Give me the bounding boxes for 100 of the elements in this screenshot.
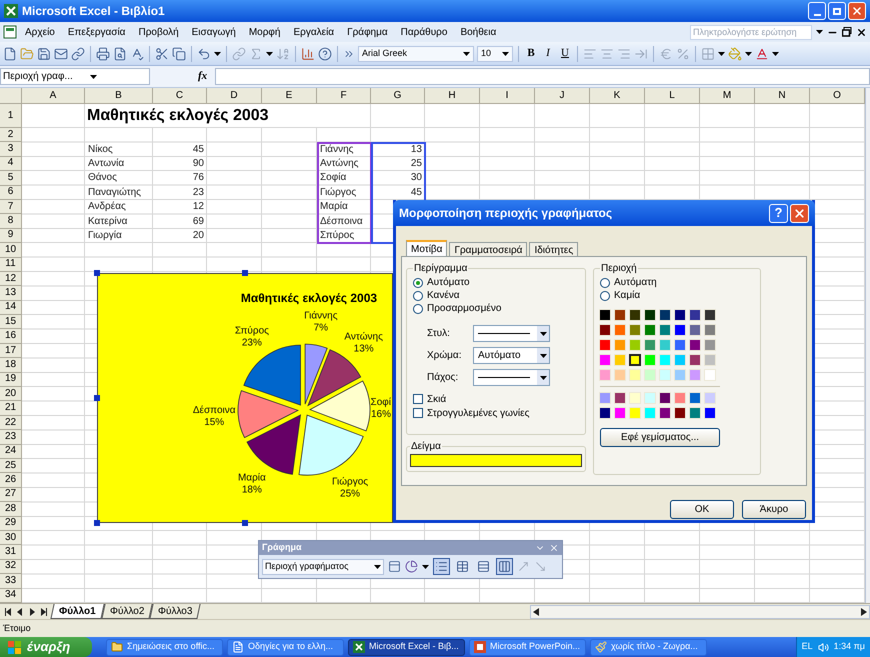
- dialog-button[interactable]: Άκυρο: [742, 500, 806, 519]
- row-header[interactable]: 29: [0, 516, 22, 531]
- dialog-button[interactable]: OK: [670, 500, 734, 519]
- minimize-button[interactable]: [808, 2, 826, 20]
- row-header[interactable]: 17: [0, 344, 22, 358]
- chart-icon[interactable]: [301, 46, 315, 60]
- row-header[interactable]: 16: [0, 329, 22, 344]
- by-column-button[interactable]: [496, 558, 513, 575]
- column-header[interactable]: N: [755, 88, 810, 104]
- row-header[interactable]: 21: [0, 401, 22, 416]
- column-header[interactable]: L: [645, 88, 700, 104]
- font-color-icon[interactable]: [755, 46, 769, 60]
- row-header[interactable]: 32: [0, 560, 22, 574]
- column-header[interactable]: J: [535, 88, 590, 104]
- row-header[interactable]: 20: [0, 387, 22, 402]
- resize-handle[interactable]: [94, 395, 100, 401]
- row-header[interactable]: 10: [0, 243, 22, 258]
- caret-icon[interactable]: [745, 52, 752, 56]
- menu-item[interactable]: Μορφή: [248, 24, 280, 40]
- chart-object-dropdown[interactable]: Περιοχή γραφήματος: [262, 558, 384, 574]
- radio-button[interactable]: [413, 278, 423, 288]
- pie-slice[interactable]: [246, 414, 301, 475]
- column-header[interactable]: G: [371, 88, 425, 104]
- taskbar-button[interactable]: χωρίς τίτλο - Ζωγρα...: [590, 638, 707, 656]
- taskbar-button[interactable]: Οδηγίες για το ελλη...: [227, 638, 344, 656]
- close-button[interactable]: [848, 2, 866, 20]
- caret-icon[interactable]: [772, 52, 779, 56]
- resize-handle[interactable]: [94, 520, 100, 526]
- row-header[interactable]: 1: [0, 104, 22, 128]
- sheet-tab[interactable]: Φύλλο3: [150, 604, 202, 619]
- spelling-icon[interactable]: [130, 46, 144, 60]
- checkbox[interactable]: [413, 394, 423, 404]
- first-sheet-icon[interactable]: [4, 608, 12, 616]
- name-box[interactable]: Περιοχή γραφ...: [0, 68, 150, 85]
- help-button[interactable]: ?: [769, 204, 788, 222]
- sheet-tab[interactable]: Φύλλο2: [101, 604, 153, 619]
- insert-function-button[interactable]: fx: [198, 68, 208, 85]
- pie-slice[interactable]: [238, 390, 298, 438]
- font-dropdown[interactable]: Arial Greek: [358, 46, 474, 62]
- caret-icon[interactable]: [90, 74, 97, 78]
- scroll-right-icon[interactable]: [861, 608, 867, 616]
- print-preview-icon[interactable]: [113, 46, 127, 60]
- menu-item[interactable]: Εργαλεία: [293, 24, 334, 40]
- link-icon[interactable]: [71, 46, 85, 60]
- column-header[interactable]: C: [153, 88, 207, 104]
- menu-item[interactable]: Γράφημα: [347, 24, 388, 40]
- row-header[interactable]: 3: [0, 142, 22, 157]
- row-header[interactable]: 22: [0, 416, 22, 430]
- column-header[interactable]: K: [590, 88, 645, 104]
- text-style-button[interactable]: B: [524, 45, 538, 62]
- start-button[interactable]: έναρξη: [0, 637, 92, 657]
- taskbar-button[interactable]: Microsoft Excel - Βιβ...: [348, 638, 465, 656]
- caret-icon[interactable]: [816, 30, 823, 34]
- horizontal-scrollbar[interactable]: [530, 604, 870, 618]
- caret-icon[interactable]: [374, 564, 381, 568]
- row-header[interactable]: 7: [0, 200, 22, 214]
- checkbox[interactable]: [413, 408, 423, 418]
- question-field[interactable]: Πληκτρολογήστε ερώτηση: [690, 24, 812, 40]
- data-table-button[interactable]: [454, 558, 471, 575]
- resize-handle[interactable]: [242, 270, 248, 276]
- taskbar-button[interactable]: Microsoft PowerPoin...: [469, 638, 586, 656]
- copy-icon[interactable]: [172, 46, 186, 60]
- pie-slice[interactable]: [310, 380, 370, 432]
- color-swatch[interactable]: [629, 354, 641, 366]
- fill-color-icon[interactable]: [728, 46, 742, 60]
- row-header[interactable]: 8: [0, 214, 22, 229]
- column-header[interactable]: H: [425, 88, 480, 104]
- row-header[interactable]: 15: [0, 315, 22, 330]
- radio-button[interactable]: [600, 290, 610, 300]
- radio-button[interactable]: [413, 290, 423, 300]
- save-icon[interactable]: [37, 46, 51, 60]
- caret-icon[interactable]: [422, 564, 429, 568]
- vertical-scrollbar[interactable]: [865, 88, 870, 603]
- chart-area[interactable]: Μαθητικές εκλογές 2003 Γιάννης 7% Αντώνης 13% Σοφί 16% Γιώργος 25% Μαρία 18% Δέσποινα 15% Σπύρος 23%: [97, 273, 393, 523]
- restore-button[interactable]: [828, 2, 846, 20]
- column-header[interactable]: I: [480, 88, 535, 104]
- menu-item[interactable]: Παράθυρο: [400, 24, 448, 40]
- format-object-icon[interactable]: [388, 560, 401, 573]
- previous-sheet-icon[interactable]: [16, 608, 24, 616]
- caret-icon[interactable]: [502, 52, 509, 56]
- resize-handle[interactable]: [94, 270, 100, 276]
- font-size-dropdown[interactable]: 10: [477, 46, 513, 62]
- pie-slice[interactable]: [298, 414, 364, 476]
- menu-item[interactable]: Επεξεργασία: [68, 24, 126, 40]
- row-header[interactable]: 5: [0, 171, 22, 186]
- tab[interactable]: Ιδιότητες: [529, 242, 578, 256]
- caret-icon[interactable]: [540, 376, 546, 380]
- text-style-button[interactable]: I: [541, 45, 555, 62]
- fill-effects-button[interactable]: Εφέ γεμίσματος...: [600, 428, 720, 447]
- legend-button[interactable]: [433, 558, 450, 575]
- row-header[interactable]: 26: [0, 473, 22, 488]
- column-header[interactable]: D: [207, 88, 262, 104]
- row-header[interactable]: 11: [0, 258, 22, 272]
- taskbar-button[interactable]: Σημειώσεις στο offic...: [106, 638, 223, 656]
- print-icon[interactable]: [96, 46, 110, 60]
- resize-handle[interactable]: [242, 520, 248, 526]
- close-icon[interactable]: [856, 26, 867, 38]
- sheet-tab[interactable]: Φύλλο1: [50, 604, 104, 619]
- radio-button[interactable]: [413, 304, 423, 314]
- row-header[interactable]: 23: [0, 430, 22, 445]
